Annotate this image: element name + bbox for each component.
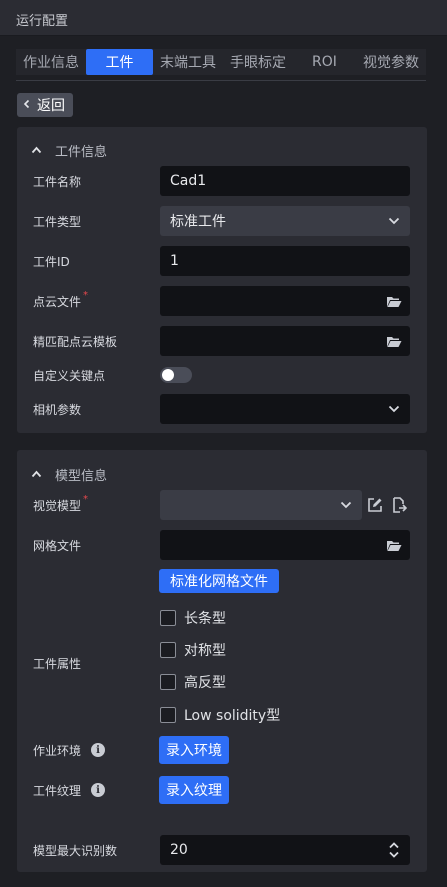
required-mark: *: [83, 493, 89, 505]
stepper-arrows-icon[interactable]: [386, 840, 402, 860]
point-cloud-file-label-text: 点云文件: [33, 294, 82, 309]
workpiece-id-input[interactable]: 1: [160, 246, 410, 276]
workpiece-texture-label: 工件纹理 i: [33, 775, 106, 805]
custom-keypoint-toggle[interactable]: [160, 367, 192, 383]
info-icon[interactable]: i: [91, 783, 106, 797]
chevron-down-icon: [338, 497, 354, 513]
tab-hand-eye-calibration[interactable]: 手眼标定: [223, 49, 293, 75]
workpiece-type-value: 标准工件: [170, 214, 226, 230]
workpiece-info-panel: 工件信息 工件名称 Cad1 工件类型 标准工件 工件ID 1 点云文件 * 精匹…: [17, 127, 427, 433]
folder-open-icon[interactable]: [386, 333, 402, 349]
tab-roi[interactable]: ROI: [293, 49, 356, 75]
chevron-left-icon: [17, 98, 37, 113]
attr-high-reflective-label: 高反型: [184, 675, 226, 691]
tab-job-info[interactable]: 作业信息: [16, 49, 86, 75]
chevron-down-icon: [386, 401, 402, 417]
attr-low-solidity[interactable]: Low solidity型: [160, 705, 280, 725]
required-mark: *: [83, 289, 89, 301]
work-environment-label: 作业环境 i: [33, 735, 106, 765]
tab-workpiece[interactable]: 工件: [86, 49, 153, 75]
standardize-mesh-button[interactable]: 标准化网格文件: [159, 569, 279, 593]
chevron-up-icon: [31, 468, 55, 481]
toggle-knob: [162, 369, 174, 381]
tab-vision-params[interactable]: 视觉参数: [356, 49, 426, 75]
vision-model-select[interactable]: [160, 490, 362, 520]
back-button[interactable]: 返回: [17, 93, 73, 117]
max-detect-count-value: 20: [170, 842, 188, 858]
model-info-title: 模型信息: [55, 469, 108, 484]
attr-symmetric[interactable]: 对称型: [160, 640, 226, 660]
checkbox[interactable]: [160, 674, 176, 690]
workpiece-id-label: 工件ID: [33, 254, 70, 269]
attr-symmetric-label: 对称型: [184, 643, 226, 659]
file-import-icon[interactable]: [390, 496, 408, 514]
workpiece-id-value: 1: [170, 253, 179, 269]
info-icon[interactable]: i: [91, 743, 106, 757]
model-info-header[interactable]: 模型信息: [31, 465, 107, 484]
mesh-file-label: 网格文件: [33, 538, 82, 553]
fine-match-template-label: 精匹配点云模板: [33, 334, 118, 349]
workpiece-info-header[interactable]: 工件信息: [31, 141, 107, 160]
tabs-divider: [16, 80, 426, 81]
model-info-panel: 模型信息 视觉模型 * 网格文件 标准化网格文件 长条型 对称型 工件属性 高反型…: [17, 450, 427, 872]
window-title: 运行配置: [16, 14, 69, 29]
checkbox[interactable]: [160, 642, 176, 658]
workpiece-type-select[interactable]: 标准工件: [160, 206, 410, 236]
workpiece-texture-label-text: 工件纹理: [33, 783, 82, 798]
workpiece-name-label: 工件名称: [33, 174, 82, 189]
work-environment-label-text: 作业环境: [33, 743, 82, 758]
checkbox[interactable]: [160, 610, 176, 626]
record-environment-button[interactable]: 录入环境: [159, 736, 229, 764]
mesh-file-input[interactable]: [160, 530, 410, 560]
fine-match-template-input[interactable]: [160, 326, 410, 356]
max-detect-count-input[interactable]: 20: [160, 835, 410, 865]
camera-params-select[interactable]: [160, 394, 410, 424]
tab-bar: 作业信息 工件 末端工具 手眼标定 ROI 视觉参数: [16, 49, 426, 75]
chevron-up-icon: [31, 144, 55, 157]
max-detect-count-label: 模型最大识别数: [33, 843, 118, 858]
folder-open-icon[interactable]: [386, 537, 402, 553]
custom-keypoint-label: 自定义关键点: [33, 368, 106, 383]
folder-open-icon[interactable]: [386, 293, 402, 309]
workpiece-name-input[interactable]: Cad1: [160, 166, 410, 196]
window-titlebar: 运行配置: [0, 0, 447, 36]
attr-long-strip-label: 长条型: [184, 611, 226, 627]
checkbox[interactable]: [160, 707, 176, 723]
point-cloud-file-label: 点云文件 *: [33, 286, 88, 316]
chevron-down-icon: [386, 213, 402, 229]
tab-end-tool[interactable]: 末端工具: [153, 49, 223, 75]
camera-params-label: 相机参数: [33, 402, 82, 417]
attr-high-reflective[interactable]: 高反型: [160, 672, 226, 692]
workpiece-info-title: 工件信息: [55, 145, 108, 160]
vision-model-label-text: 视觉模型: [33, 498, 82, 513]
workpiece-type-label: 工件类型: [33, 214, 82, 229]
attr-low-solidity-label: Low solidity型: [184, 708, 281, 724]
point-cloud-file-input[interactable]: [160, 286, 410, 316]
vision-model-label: 视觉模型 *: [33, 490, 88, 520]
edit-icon[interactable]: [366, 496, 384, 514]
attr-long-strip[interactable]: 长条型: [160, 608, 226, 628]
workpiece-attributes-label: 工件属性: [33, 656, 82, 671]
record-texture-button[interactable]: 录入纹理: [159, 776, 229, 804]
workpiece-name-value: Cad1: [170, 173, 207, 189]
back-button-label: 返回: [37, 98, 65, 114]
